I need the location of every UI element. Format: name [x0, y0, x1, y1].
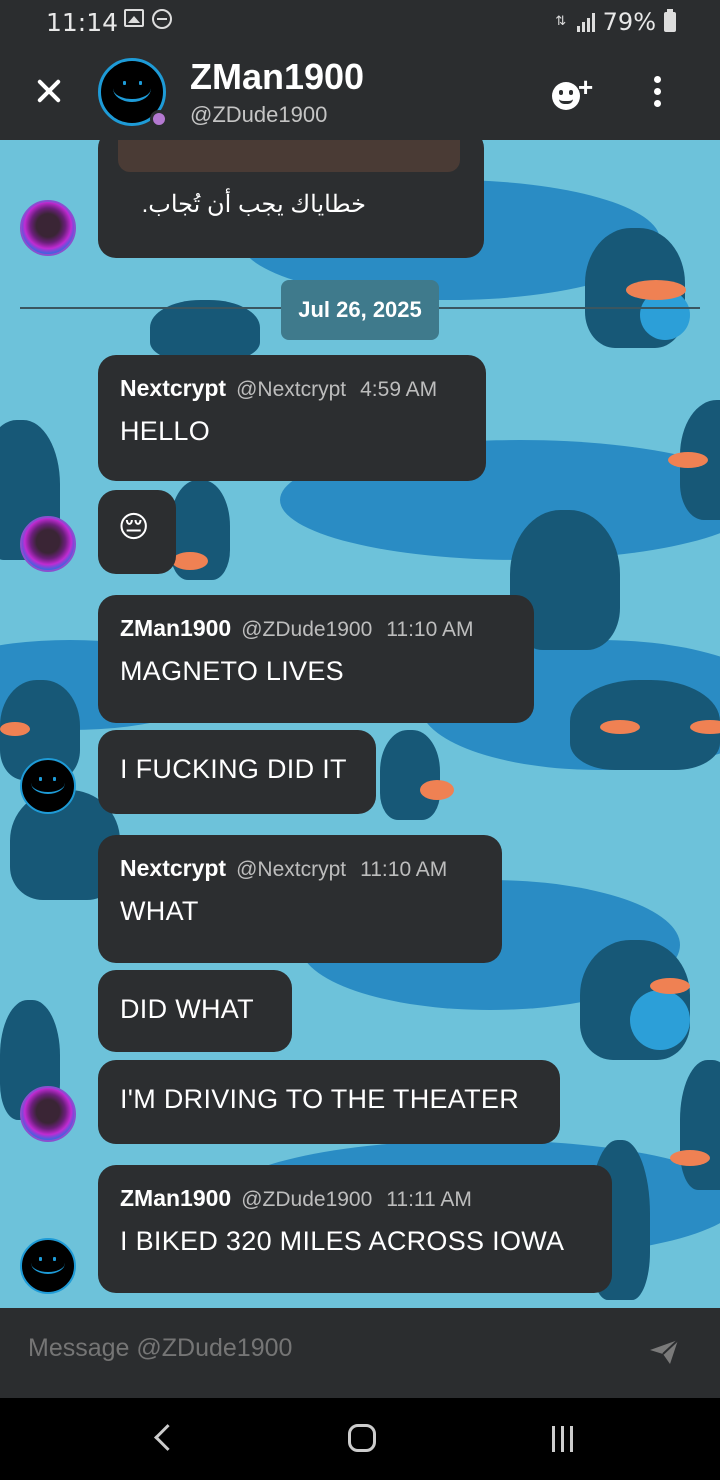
gallery-icon: [124, 9, 144, 27]
header-handle: @ZDude1900: [190, 102, 328, 127]
message-text: DID WHAT: [120, 994, 254, 1024]
message-bubble[interactable]: ZMan1900 @ZDude1900 11:10 AM MAGNETO LIV…: [98, 595, 534, 723]
system-nav-bar: [0, 1398, 720, 1480]
message-time: 4:59 AM: [360, 378, 438, 401]
message-time: 11:11 AM: [386, 1188, 472, 1211]
message-time: 11:10 AM: [386, 618, 474, 641]
message-author[interactable]: Nextcrypt: [120, 855, 226, 882]
message-text: WHAT: [120, 896, 199, 926]
message-composer: [0, 1308, 720, 1398]
message-text: I FUCKING DID IT: [120, 754, 347, 784]
recent-apps-icon[interactable]: [552, 1426, 580, 1452]
date-divider: Jul 26, 2025: [281, 280, 439, 340]
image-attachment[interactable]: [118, 140, 460, 172]
chat-header: ZMan1900 @ZDude1900 +: [0, 44, 720, 140]
home-icon[interactable]: [348, 1424, 376, 1452]
send-icon[interactable]: [648, 1338, 680, 1366]
battery-percent: 79%: [602, 8, 656, 36]
face-icon: [552, 82, 580, 110]
add-friend-icon[interactable]: +: [548, 72, 598, 114]
plus-icon: +: [578, 72, 594, 102]
avatar[interactable]: [20, 758, 76, 814]
online-status-dot: [150, 110, 168, 128]
message-text: I'M DRIVING TO THE THEATER: [120, 1084, 520, 1114]
message-handle: @Nextcrypt: [236, 378, 347, 401]
signal-icon: [576, 12, 595, 32]
message-bubble[interactable]: Nextcrypt @Nextcrypt 4:59 AM HELLO: [98, 355, 486, 481]
battery-icon: [664, 9, 676, 32]
message-bubble[interactable]: ZMan1900 @ZDude1900 11:11 AM I BIKED 320…: [98, 1165, 612, 1293]
message-bubble[interactable]: DID WHAT: [98, 970, 292, 1052]
message-author[interactable]: ZMan1900: [120, 1185, 231, 1212]
do-not-disturb-icon: [152, 9, 172, 29]
data-transfer-icon: ⇅: [555, 14, 567, 29]
message-text: MAGNETO LIVES: [120, 656, 344, 686]
status-right: ⇅ 79%: [553, 8, 676, 36]
message-bubble[interactable]: 😔: [98, 490, 176, 574]
message-bubble[interactable]: Nextcrypt @Nextcrypt 11:10 AM WHAT: [98, 835, 502, 963]
page-title: ZMan1900: [190, 56, 365, 97]
message-author[interactable]: Nextcrypt: [120, 375, 226, 402]
avatar-smile: [31, 1252, 65, 1274]
avatar-smile: [31, 772, 65, 794]
message-text: خطاياك يجب أن تُجاب.: [141, 191, 366, 218]
message-bubble[interactable]: I FUCKING DID IT: [98, 730, 376, 814]
message-text: I BIKED 320 MILES ACROSS IOWA: [120, 1226, 565, 1256]
message-list[interactable]: خطاياك يجب أن تُجاب. Jul 26, 2025 Nextcr…: [0, 140, 720, 1308]
emoji-pensive: 😔: [118, 510, 150, 545]
message-header: Nextcrypt @Nextcrypt 11:10 AM: [120, 855, 502, 882]
avatar[interactable]: [20, 1238, 76, 1294]
message-bubble[interactable]: I'M DRIVING TO THE THEATER: [98, 1060, 560, 1144]
message-header: ZMan1900 @ZDude1900 11:11 AM: [120, 1185, 612, 1212]
more-options-icon[interactable]: [650, 76, 664, 108]
message-bubble[interactable]: خطاياك يجب أن تُجاب.: [98, 140, 484, 258]
close-icon[interactable]: [30, 72, 68, 110]
message-input[interactable]: [28, 1334, 588, 1363]
message-handle: @ZDude1900: [241, 618, 373, 641]
message-header: Nextcrypt @Nextcrypt 4:59 AM: [120, 375, 486, 402]
back-icon[interactable]: [152, 1424, 172, 1454]
avatar[interactable]: [20, 516, 76, 572]
message-text: HELLO: [120, 416, 211, 446]
message-author[interactable]: ZMan1900: [120, 615, 231, 642]
message-time: 11:10 AM: [360, 858, 448, 881]
avatar[interactable]: [20, 1086, 76, 1142]
message-handle: @ZDude1900: [241, 1188, 373, 1211]
avatar-smile: [113, 75, 151, 102]
status-time: 11:14: [46, 8, 119, 37]
message-handle: @Nextcrypt: [236, 858, 347, 881]
status-notification-icons: [124, 9, 172, 29]
avatar[interactable]: [20, 200, 76, 256]
status-bar: 11:14 ⇅ 79%: [0, 0, 720, 44]
message-header: ZMan1900 @ZDude1900 11:10 AM: [120, 615, 534, 642]
